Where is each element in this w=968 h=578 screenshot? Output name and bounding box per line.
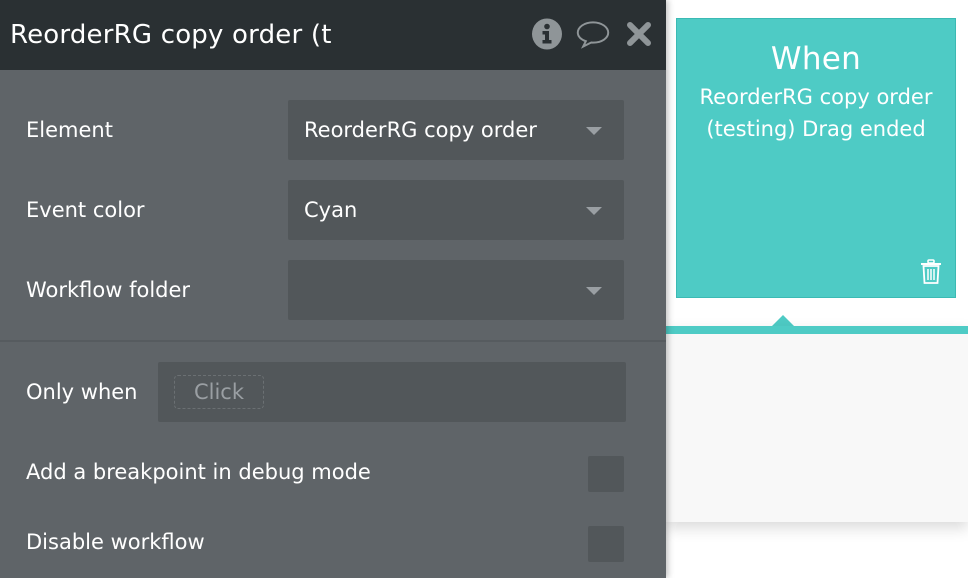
panel-header: ReorderRG copy order (t	[0, 0, 666, 70]
breakpoint-row: Add a breakpoint in debug mode	[26, 454, 624, 490]
event-card[interactable]: When ReorderRG copy order (testing) Drag…	[676, 18, 956, 298]
breakpoint-checkbox[interactable]	[588, 456, 624, 492]
element-dropdown[interactable]: ReorderRG copy order	[288, 100, 624, 160]
only-when-label: Only when	[26, 380, 138, 404]
chevron-down-icon	[586, 207, 602, 215]
property-editor-panel: ReorderRG copy order (t Element ReorderR…	[0, 0, 666, 578]
close-icon[interactable]	[622, 16, 656, 52]
trash-icon[interactable]	[919, 259, 943, 285]
event-card-description: ReorderRG copy order (testing) Drag ende…	[699, 85, 933, 141]
comment-icon[interactable]	[576, 16, 610, 52]
workflow-canvas: When ReorderRG copy order (testing) Drag…	[0, 0, 968, 578]
element-label: Element	[26, 118, 113, 142]
disable-workflow-label: Disable workflow	[26, 530, 205, 554]
section-divider	[0, 340, 666, 342]
breakpoint-label: Add a breakpoint in debug mode	[26, 460, 371, 484]
event-card-heading: When	[770, 41, 862, 77]
event-color-label: Event color	[26, 198, 145, 222]
only-when-condition-input[interactable]: Click	[158, 362, 626, 422]
panel-title: ReorderRG copy order (t	[10, 20, 332, 50]
workflow-folder-label: Workflow folder	[26, 278, 191, 302]
chevron-down-icon	[586, 287, 602, 295]
disable-workflow-row: Disable workflow	[26, 524, 624, 560]
disable-workflow-checkbox[interactable]	[588, 526, 624, 562]
event-color-dropdown[interactable]: Cyan	[288, 180, 624, 240]
chevron-down-icon	[586, 127, 602, 135]
event-color-dropdown-value: Cyan	[304, 198, 358, 222]
element-dropdown-value: ReorderRG copy order	[304, 118, 537, 142]
click-placeholder-chip[interactable]: Click	[174, 375, 264, 409]
action-strip[interactable]	[666, 326, 968, 522]
info-icon[interactable]	[530, 16, 564, 52]
workflow-folder-dropdown[interactable]	[288, 260, 624, 320]
